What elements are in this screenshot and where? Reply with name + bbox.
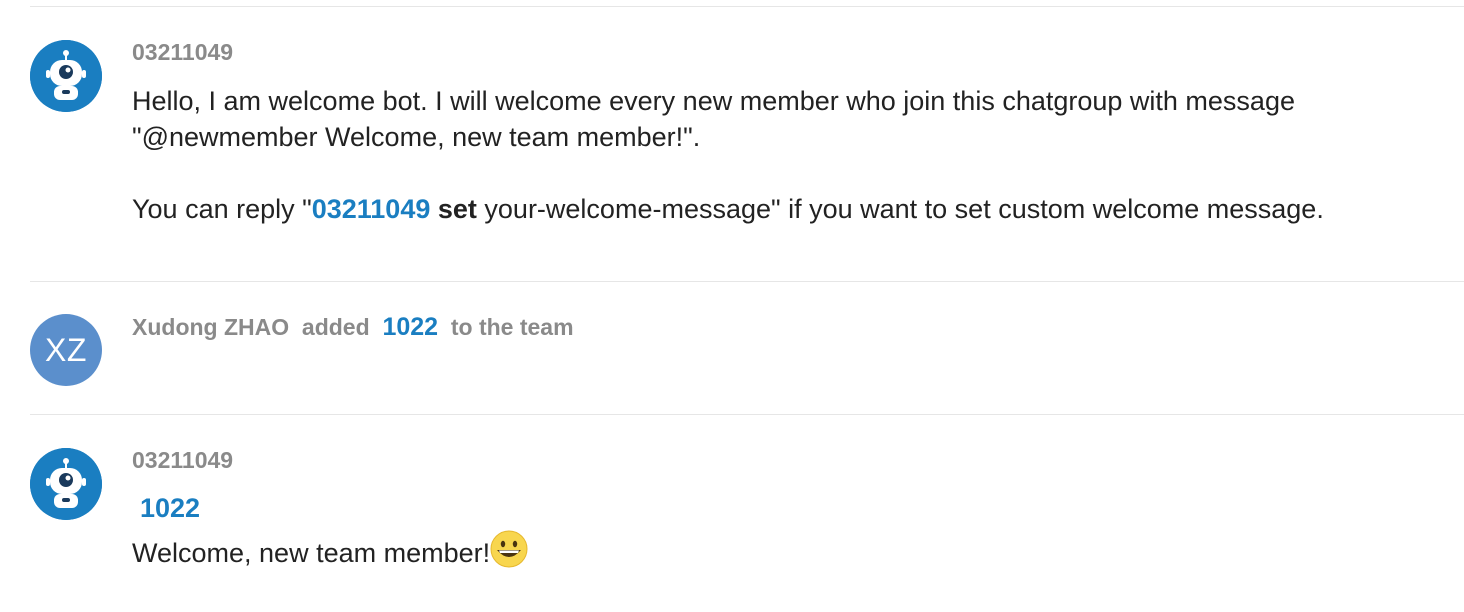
message-text-line: Hello, I am welcome bot. I will welcome … [132, 86, 1295, 116]
reply-instruction: You can reply "03211049 set your-welcome… [132, 191, 1324, 227]
event-suffix: to the team [450, 314, 574, 340]
grinning-face-icon [490, 530, 528, 568]
event-verb: added [301, 314, 370, 340]
bot-mention-link[interactable]: 03211049 [312, 194, 431, 224]
divider [30, 6, 1464, 7]
bot-icon [30, 40, 102, 112]
divider [30, 281, 1464, 282]
member-mention-link[interactable]: 1022 [140, 493, 200, 523]
reply-suffix: your-welcome-message" if you want to set… [476, 194, 1324, 224]
bot-avatar[interactable] [30, 40, 102, 112]
user-avatar[interactable]: XZ [30, 314, 102, 386]
divider [30, 414, 1464, 415]
welcome-message: Welcome, new team member! [132, 538, 491, 568]
bot-avatar[interactable] [30, 448, 102, 520]
message-feed: 03211049 Hello, I am welcome bot. I will… [0, 0, 1464, 612]
reply-prefix: You can reply " [132, 194, 312, 224]
added-member-link[interactable]: 1022 [382, 313, 438, 341]
welcome-text: Welcome, new team member! [132, 530, 528, 571]
actor-name[interactable]: Xudong ZHAO [132, 314, 289, 340]
message-author[interactable]: 03211049 [132, 447, 233, 474]
new-member-mention: 1022 [140, 490, 200, 526]
reply-command: set [437, 194, 477, 224]
system-event-text: Xudong ZHAO added 1022 to the team [132, 313, 574, 342]
bot-icon [30, 448, 102, 520]
message-text-line: "@newmember Welcome, new team member!". [132, 122, 701, 152]
message-author[interactable]: 03211049 [132, 39, 233, 66]
